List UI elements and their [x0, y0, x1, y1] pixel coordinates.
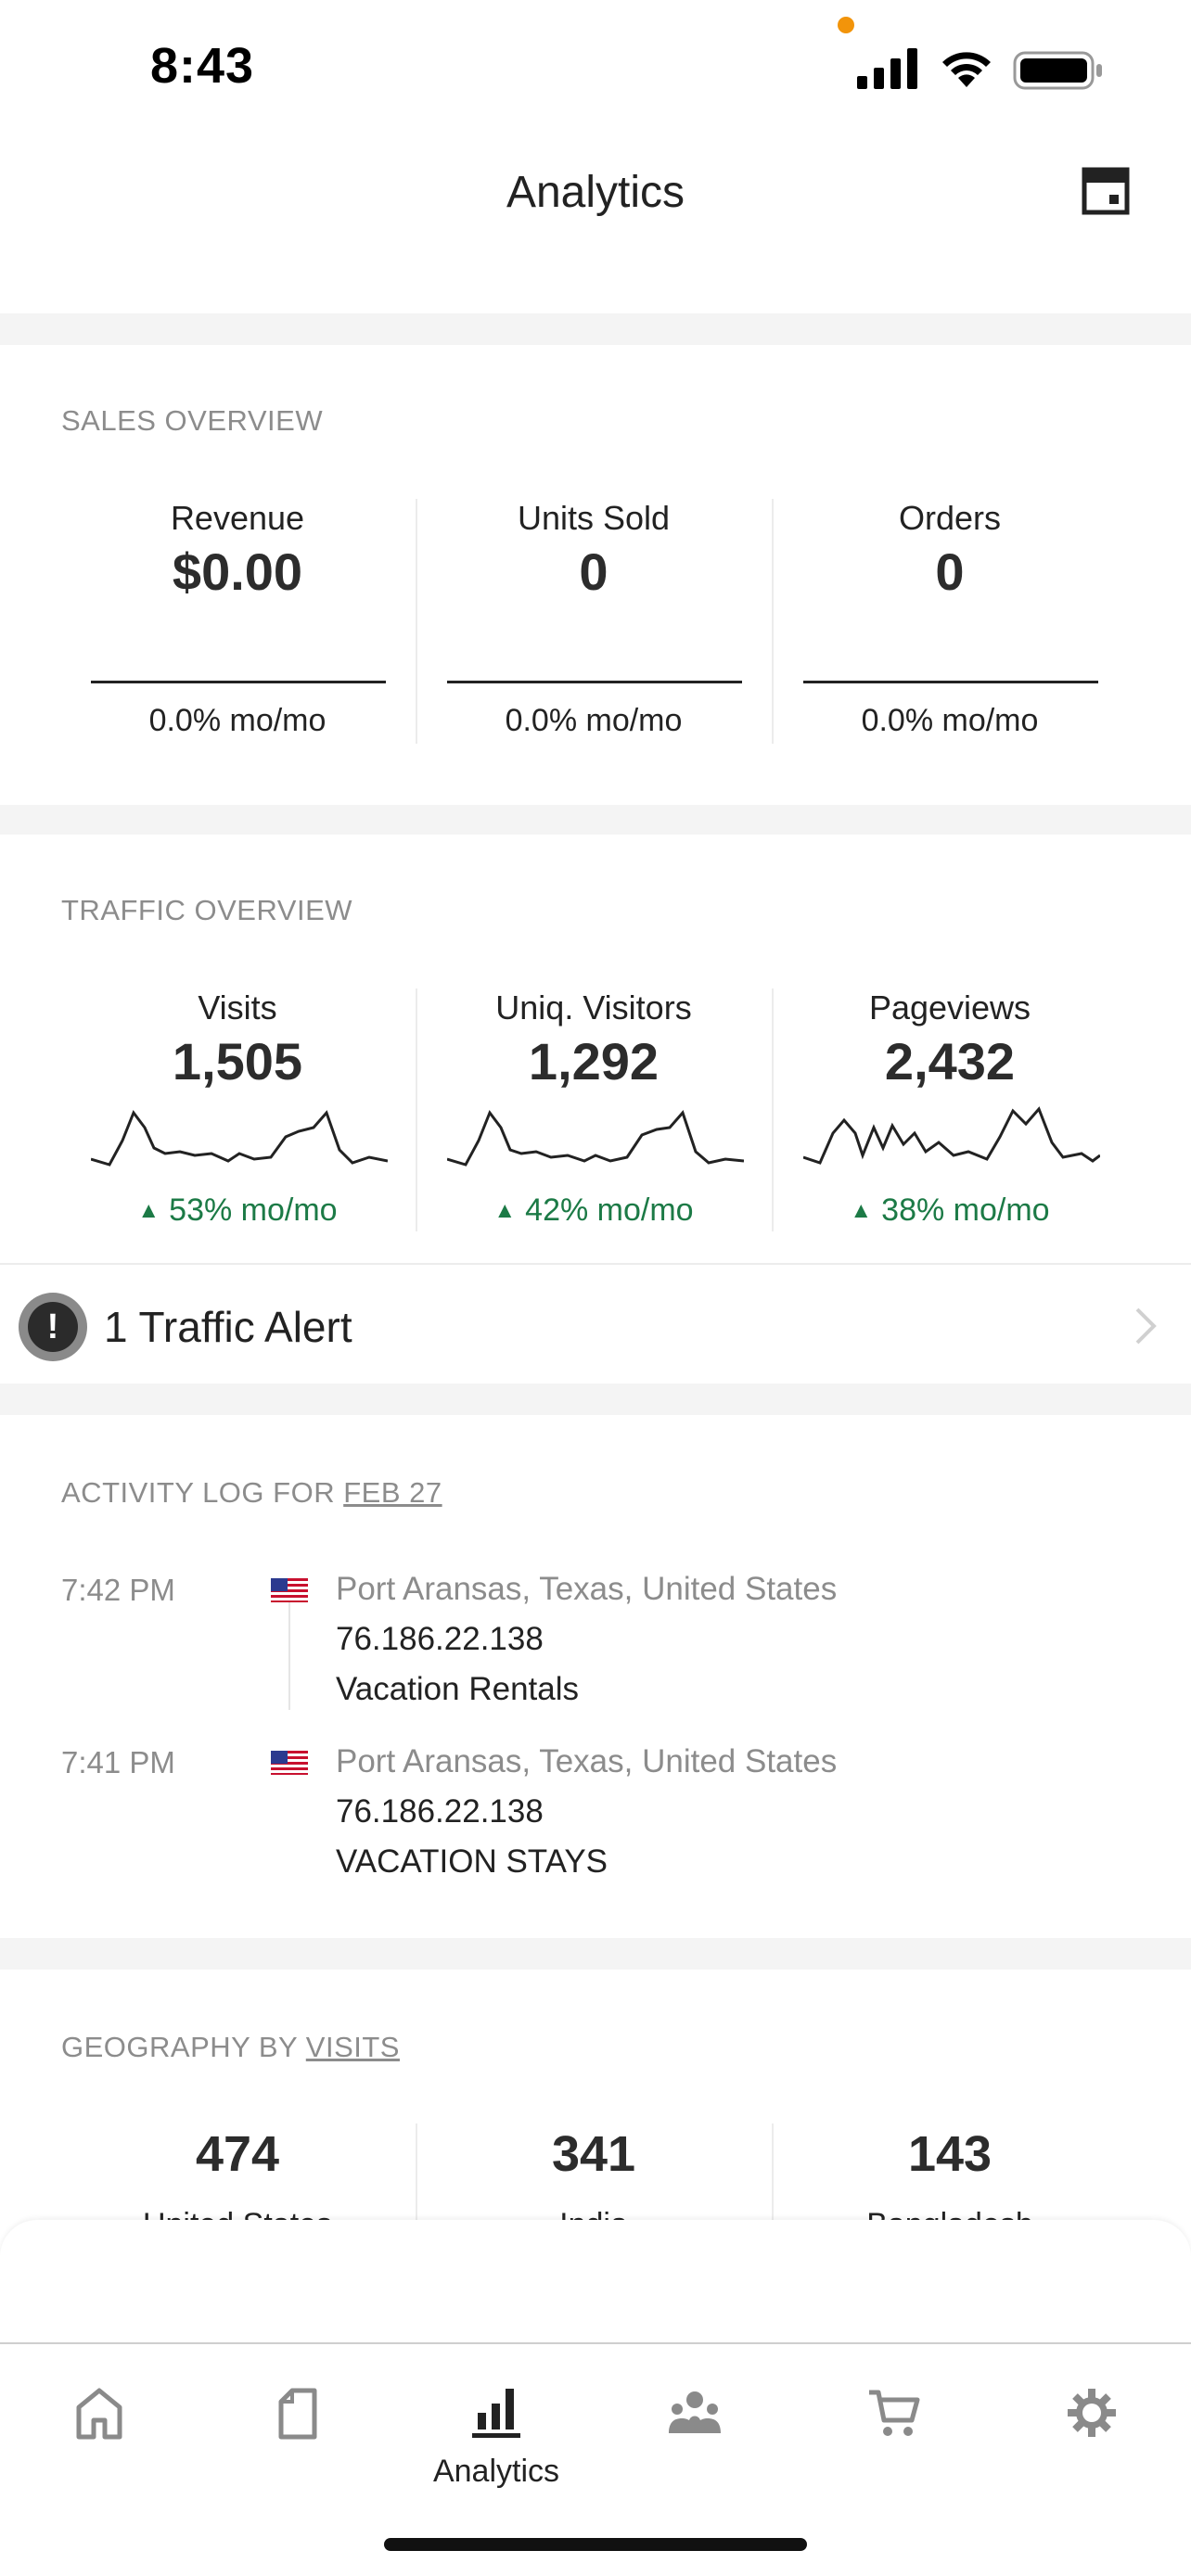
status-bar: 8:43 [0, 0, 1191, 130]
metric-units-sold[interactable]: Units Sold 0 [416, 499, 772, 602]
metric-label: Uniq. Visitors [495, 988, 692, 1027]
activity-ip: 76.186.22.138 [336, 1793, 544, 1830]
tab-home[interactable] [0, 2344, 198, 2502]
tab-customers[interactable] [596, 2344, 794, 2502]
activity-location: Port Aransas, Texas, United States [336, 1571, 838, 1607]
document-icon [278, 2388, 317, 2440]
analytics-icon [472, 2389, 520, 2438]
activity-time: 7:42 PM [61, 1573, 175, 1607]
visits-sparkline [91, 1109, 388, 1167]
battery-icon [1013, 51, 1102, 90]
chevron-right-icon [1135, 1307, 1157, 1345]
activity-page: Vacation Rentals [336, 1671, 580, 1707]
us-flag-icon [271, 1751, 308, 1775]
units-sparkline [447, 681, 742, 683]
pageviews-sparkline [803, 1106, 1100, 1165]
geography-metric-link[interactable]: VISITS [306, 2031, 400, 2063]
metric-value: 0 [935, 542, 965, 601]
metric-label: Pageviews [868, 988, 1031, 1027]
metric-change: ▲ 42% mo/mo [416, 1192, 772, 1229]
wifi-icon [942, 52, 991, 87]
metric-change: ▲ 53% mo/mo [59, 1192, 416, 1229]
status-time: 8:43 [150, 38, 255, 94]
metric-label: Units Sold [517, 499, 671, 537]
geography-label: GEOGRAPHY BY [61, 2031, 306, 2063]
metric-value: $0.00 [172, 542, 303, 601]
metric-value: 1,505 [172, 1032, 303, 1090]
section-divider [0, 805, 1191, 835]
timeline-line [288, 1593, 290, 1710]
activity-page: VACATION STAYS [336, 1843, 608, 1880]
bottom-sheet[interactable] [0, 2220, 1191, 2344]
orders-sparkline [803, 681, 1098, 683]
unique-visitors-sparkline [447, 1109, 744, 1167]
metric-change: 0.0% mo/mo [861, 703, 1039, 738]
section-divider [0, 1384, 1191, 1415]
metric-label: Visits [198, 988, 277, 1027]
app-header: Analytics [0, 130, 1191, 315]
settings-icon [1068, 2389, 1116, 2437]
metric-orders[interactable]: Orders 0 [772, 499, 1128, 602]
tab-orders[interactable] [794, 2344, 992, 2502]
page-title: Analytics [506, 168, 685, 217]
country-visits: 143 [907, 2126, 992, 2182]
metric-change: 0.0% mo/mo [505, 703, 683, 738]
tab-listings[interactable] [198, 2344, 397, 2502]
traffic-alert-text: 1 Traffic Alert [104, 1303, 352, 1351]
tab-analytics[interactable]: Analytics [397, 2344, 596, 2502]
metric-change: 0.0% mo/mo [148, 703, 327, 738]
metric-value: 0 [579, 542, 608, 601]
trend-up-icon: ▲ [850, 1198, 873, 1223]
store-icon[interactable] [1082, 167, 1130, 215]
trend-up-icon: ▲ [137, 1198, 160, 1223]
metric-label: Revenue [170, 499, 305, 537]
metric-value: 1,292 [528, 1032, 660, 1090]
tab-settings[interactable] [992, 2344, 1191, 2502]
tab-label: Analytics [432, 2454, 560, 2489]
exclamation-icon: ! [19, 1293, 87, 1361]
cart-icon [869, 2390, 920, 2436]
activity-ip: 76.186.22.138 [336, 1621, 544, 1657]
metric-pageviews[interactable]: Pageviews 2,432 [772, 988, 1128, 1091]
section-label: TRAFFIC OVERVIEW [61, 894, 353, 926]
trend-up-icon: ▲ [493, 1198, 517, 1223]
revenue-sparkline [91, 681, 386, 683]
customers-icon [669, 2391, 721, 2433]
metric-value: 2,432 [884, 1032, 1016, 1090]
country-visits: 474 [195, 2126, 280, 2182]
metric-unique-visitors[interactable]: Uniq. Visitors 1,292 [416, 988, 772, 1091]
metric-change: ▲ 38% mo/mo [772, 1192, 1128, 1229]
metric-label: Orders [898, 499, 1002, 537]
metric-change-text: 42% mo/mo [525, 1192, 694, 1228]
home-indicator[interactable] [384, 2538, 807, 2551]
section-divider [0, 1938, 1191, 1970]
metric-change-text: 38% mo/mo [881, 1192, 1050, 1228]
section-label: SALES OVERVIEW [61, 404, 324, 437]
traffic-alert-row[interactable]: ! 1 Traffic Alert [0, 1263, 1191, 1384]
section-divider [0, 313, 1191, 345]
section-label: ACTIVITY LOG FOR FEB 27 [61, 1476, 442, 1510]
country-visits: 341 [551, 2126, 636, 2182]
activity-log-date-link[interactable]: FEB 27 [343, 1476, 442, 1509]
metric-revenue[interactable]: Revenue $0.00 [59, 499, 416, 602]
us-flag-icon [271, 1578, 308, 1602]
metric-change-text: 53% mo/mo [169, 1192, 338, 1228]
activity-time: 7:41 PM [61, 1745, 175, 1779]
metric-visits[interactable]: Visits 1,505 [59, 988, 416, 1091]
home-icon [76, 2388, 122, 2440]
activity-location: Port Aransas, Texas, United States [336, 1743, 838, 1779]
signal-icon [857, 48, 917, 89]
recording-indicator [838, 17, 854, 33]
activity-log-label: ACTIVITY LOG FOR [61, 1476, 344, 1509]
section-label: GEOGRAPHY BY VISITS [61, 2031, 400, 2064]
